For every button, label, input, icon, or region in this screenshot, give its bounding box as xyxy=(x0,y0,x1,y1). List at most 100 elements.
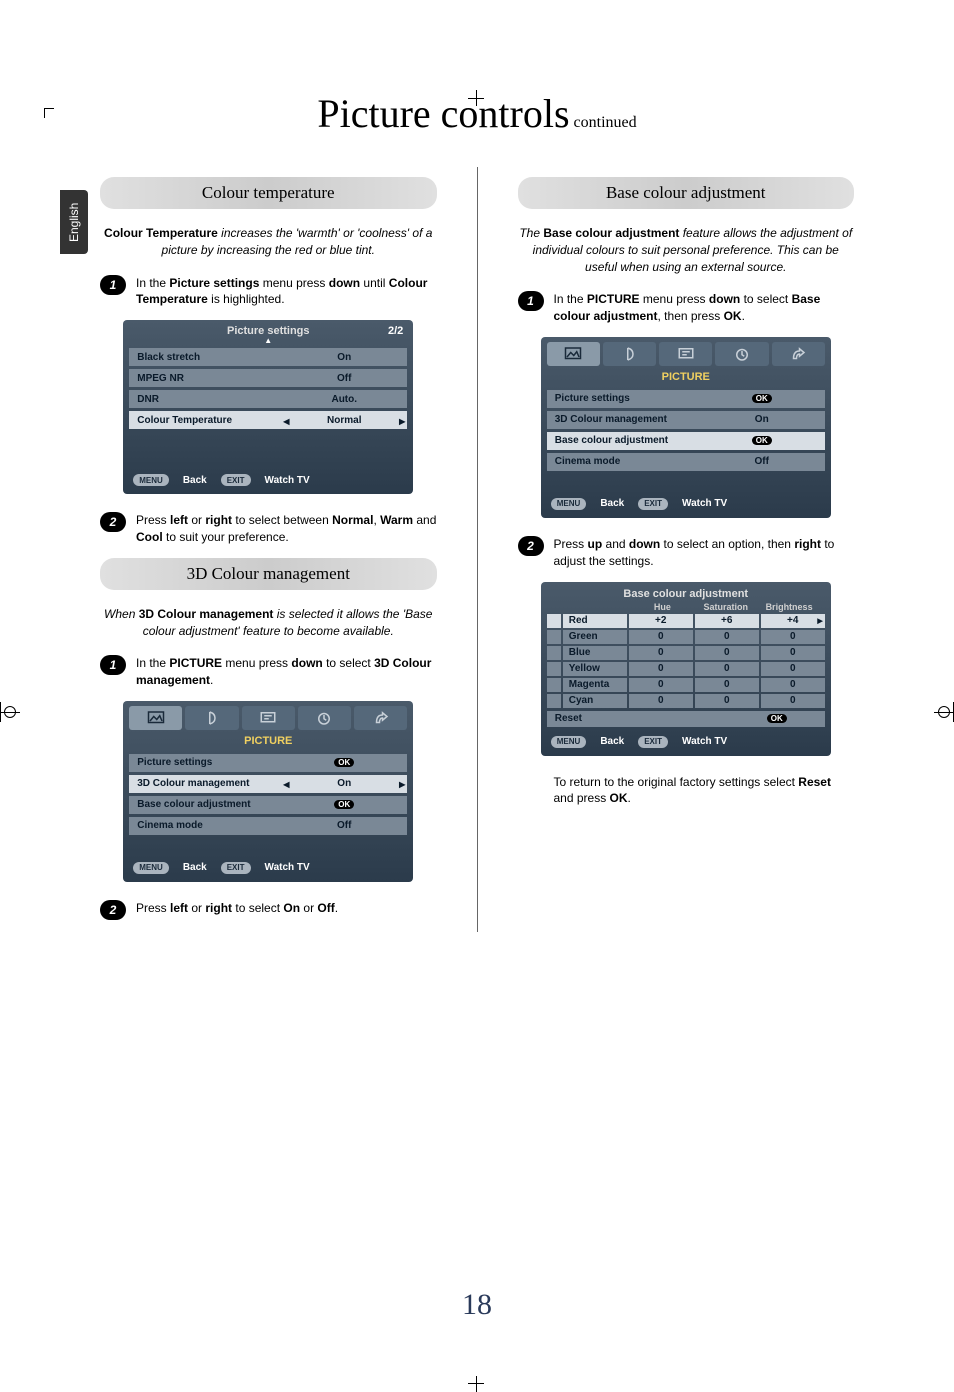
osd-row-value: OK xyxy=(707,435,817,446)
osd-row-value: Off xyxy=(289,820,399,831)
ok-badge: OK xyxy=(752,394,772,403)
osd-row-value: OK xyxy=(707,393,817,404)
adj-cell: 0 xyxy=(629,678,693,692)
watch-tv-label: Watch TV xyxy=(682,736,727,747)
adj-row: Cyan000 xyxy=(547,694,825,708)
outro: To return to the original factory settin… xyxy=(518,774,855,808)
colour-name: Magenta xyxy=(563,678,627,692)
colour-swatch xyxy=(547,678,561,692)
osd-row-label: Picture settings xyxy=(555,393,707,404)
language-tab: English xyxy=(60,190,88,254)
exit-pill: EXIT xyxy=(638,498,668,510)
colour-swatch xyxy=(547,694,561,708)
step-2b: 2 Press left or right to select On or Of… xyxy=(100,900,437,920)
section-base-colour: Base colour adjustment xyxy=(518,177,855,209)
step-1b-text: In the PICTURE menu press down to select… xyxy=(136,655,437,689)
reset-row: Reset OK xyxy=(547,711,825,727)
osd-row-label: Black stretch xyxy=(137,352,289,363)
back-label: Back xyxy=(183,862,207,873)
back-label: Back xyxy=(183,475,207,486)
osd-row: 3D Colour managementOn◀▶ xyxy=(129,775,407,793)
osd-row-label: Cinema mode xyxy=(137,820,289,831)
ok-badge: OK xyxy=(334,800,354,809)
osd-row-value: On xyxy=(289,352,399,363)
osd-tabs xyxy=(123,701,413,733)
exit-pill: EXIT xyxy=(221,862,251,874)
adj-cell: 0 xyxy=(629,646,693,660)
menu-pill: MENU xyxy=(133,474,169,486)
col-brightness: Brightness xyxy=(757,602,820,612)
outro-text: To return to the original factory settin… xyxy=(554,774,855,808)
adj-cell: +6 xyxy=(695,614,759,628)
tab-feature-icon xyxy=(659,342,712,366)
section-3d-colour: 3D Colour management xyxy=(100,558,437,590)
watch-tv-label: Watch TV xyxy=(682,498,727,509)
osd-row-value: On xyxy=(707,414,817,425)
arrow-left-icon: ◀ xyxy=(283,417,289,426)
exit-pill: EXIT xyxy=(221,474,251,486)
osd-row-label: Cinema mode xyxy=(555,456,707,467)
exit-pill: EXIT xyxy=(638,736,668,748)
tab-timer-icon xyxy=(298,706,351,730)
intro-bold: Colour Temperature xyxy=(104,226,218,240)
adj-cell: 0 xyxy=(695,694,759,708)
title-continued: continued xyxy=(574,114,637,131)
colour-swatch xyxy=(547,646,561,660)
osd-row: Cinema modeOff xyxy=(547,453,825,471)
menu-pill: MENU xyxy=(551,736,587,748)
crop-mark-left xyxy=(0,702,20,722)
adj-cell: 0 xyxy=(695,662,759,676)
adj-row: Yellow000 xyxy=(547,662,825,676)
colour-swatch xyxy=(547,614,561,628)
base-colour-intro: The Base colour adjustment feature allow… xyxy=(518,225,855,275)
col-hue: Hue xyxy=(631,602,694,612)
menu-pill: MENU xyxy=(133,862,169,874)
step-badge-2: 2 xyxy=(100,900,126,920)
colour-name: Red xyxy=(563,614,627,628)
step-badge-1: 1 xyxy=(100,655,126,675)
osd-row: Base colour adjustmentOK xyxy=(129,796,407,814)
adj-cell: 0 xyxy=(695,646,759,660)
osd-row-label: Colour Temperature xyxy=(137,415,289,426)
col-saturation: Saturation xyxy=(694,602,757,612)
adj-cell: 0 xyxy=(761,630,825,644)
adj-cell: 0 xyxy=(761,646,825,660)
tab-setup-icon xyxy=(354,706,407,730)
adj-cell: +2 xyxy=(629,614,693,628)
3d-colour-intro: When 3D Colour management is selected it… xyxy=(100,606,437,640)
osd-footer: MENU Back EXIT Watch TV xyxy=(541,492,831,518)
adj-cell: 0 xyxy=(695,630,759,644)
back-label: Back xyxy=(600,498,624,509)
arrow-right-icon: ▶ xyxy=(399,417,405,426)
reset-label: Reset xyxy=(555,713,582,724)
arrow-right-icon: ▶ xyxy=(399,780,405,789)
colour-name: Blue xyxy=(563,646,627,660)
column-divider xyxy=(477,167,478,932)
ok-badge: OK xyxy=(752,436,772,445)
tab-sound-icon xyxy=(185,706,238,730)
osd-picture-menu-left: PICTURE Picture settingsOK3D Colour mana… xyxy=(123,701,413,882)
watch-tv-label: Watch TV xyxy=(265,475,310,486)
osd-row: Picture settingsOK xyxy=(129,754,407,772)
osd-row: DNRAuto. xyxy=(129,390,407,408)
step-2-text: Press left or right to select between No… xyxy=(136,512,437,546)
step-2: 2 Press left or right to select between … xyxy=(100,512,437,546)
step-2c: 2 Press up and down to select an option,… xyxy=(518,536,855,570)
osd-picture-menu-right: PICTURE Picture settingsOK3D Colour mana… xyxy=(541,337,831,518)
adj-row: Green000 xyxy=(547,630,825,644)
osd-row-label: DNR xyxy=(137,394,289,405)
left-column: Colour temperature Colour Temperature in… xyxy=(100,167,437,932)
step-1b: 1 In the PICTURE menu press down to sele… xyxy=(100,655,437,689)
osd-footer: MENU Back EXIT Watch TV xyxy=(123,856,413,882)
osd-title: Base colour adjustment xyxy=(541,582,831,602)
osd-tabs xyxy=(541,337,831,369)
osd-pager: 2/2 xyxy=(388,325,403,337)
step-1: 1 In the Picture settings menu press dow… xyxy=(100,275,437,309)
tab-sound-icon xyxy=(603,342,656,366)
adj-row: Red+2+6+4▶ xyxy=(547,614,825,628)
step-1c-text: In the PICTURE menu press down to select… xyxy=(554,291,855,325)
colour-swatch xyxy=(547,630,561,644)
adj-cell: 0 xyxy=(629,694,693,708)
step-badge-2: 2 xyxy=(518,536,544,556)
osd-row-label: Picture settings xyxy=(137,757,289,768)
